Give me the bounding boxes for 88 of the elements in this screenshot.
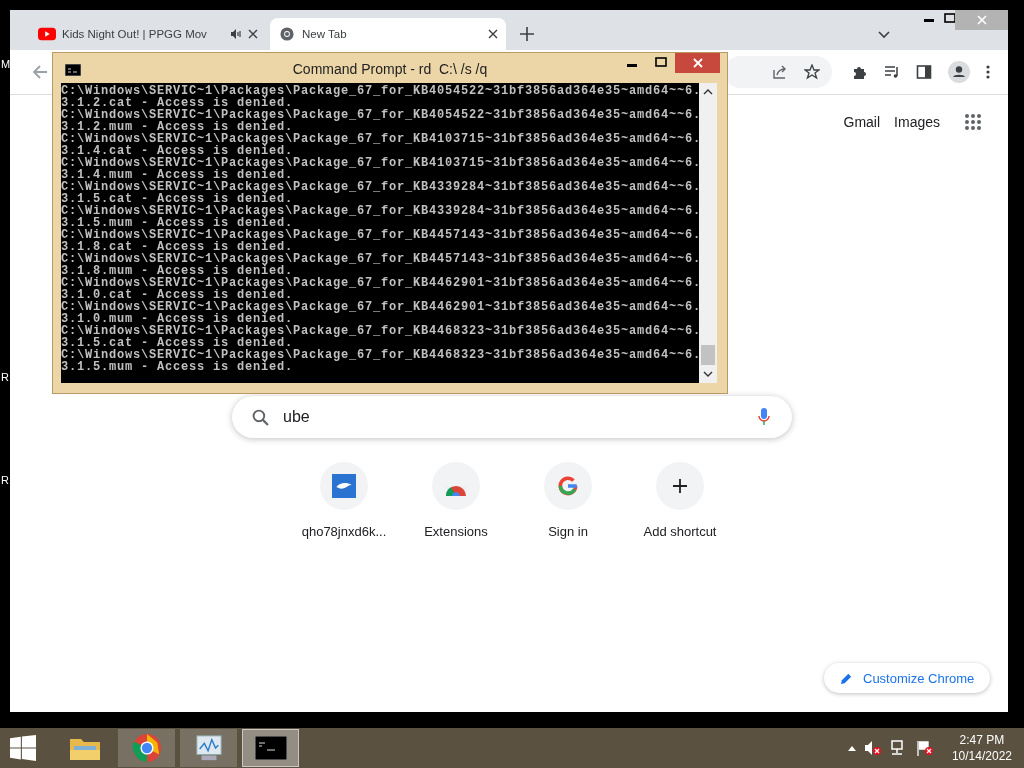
media-list-icon[interactable] — [884, 64, 900, 80]
console-line: 3.1.0.cat - Access is denied. — [61, 289, 294, 301]
console-line: C:\Windows\SERVIC~1\Packages\Package_67_for_KB4103715~31bf3856ad364e35~amd64~~6. — [61, 133, 699, 145]
header-link[interactable]: Gmail — [843, 114, 881, 130]
console-line: 3.1.5.cat - Access is denied. — [61, 193, 294, 205]
site-logo-icon — [332, 474, 356, 498]
tab-title: New Tab — [302, 28, 348, 40]
speaker-muted-icon[interactable] — [863, 740, 882, 756]
pencil-icon — [840, 671, 853, 685]
close-icon[interactable] — [488, 29, 498, 39]
webstore-icon — [446, 486, 466, 496]
close-button[interactable] — [675, 53, 720, 73]
scrollbar[interactable] — [699, 83, 717, 383]
scroll-up-icon[interactable] — [703, 89, 713, 95]
clock-date[interactable]: 10/14/2022 — [951, 748, 1012, 764]
avatar-icon[interactable] — [948, 61, 970, 83]
chevron-down-icon[interactable] — [878, 31, 890, 39]
console-line: C:\Windows\SERVIC~1\Packages\Package_67_for_KB4339284~31bf3856ad364e35~amd64~~6. — [61, 181, 699, 193]
shortcut-label: qho78jnxd6k... — [301, 524, 387, 539]
scroll-thumb[interactable] — [701, 345, 715, 365]
close-icon — [976, 15, 987, 25]
show-hidden-icons-icon[interactable] — [847, 745, 856, 751]
console-line: 3.1.2.cat - Access is denied. — [61, 97, 294, 109]
shortcut-label: Extensions — [424, 524, 488, 539]
console-line: C:\Windows\SERVIC~1\Packages\Package_67_for_KB4462901~31bf3856ad364e35~amd64~~6. — [61, 301, 699, 313]
video-play-icon — [38, 27, 56, 41]
console-line: C:\Windows\SERVIC~1\Packages\Package_67_for_KB4468323~31bf3856ad364e35~amd64~~6. — [61, 349, 699, 361]
chrome-icon — [278, 27, 296, 41]
search-field[interactable]: ube — [232, 396, 792, 438]
browser-tab[interactable]: New Tab — [270, 18, 506, 50]
new-tab-icon[interactable] — [520, 27, 534, 41]
taskbar-button[interactable] — [242, 729, 299, 767]
close-icon — [692, 58, 703, 68]
browser-tab[interactable]: Kids Night Out! | PPGG Mov — [30, 18, 266, 50]
console-line: C:\Windows\SERVIC~1\Packages\Package_67_for_KB4468323~31bf3856ad364e35~amd64~~6. — [61, 325, 699, 337]
console-line: 3.1.8.cat - Access is denied. — [61, 241, 294, 253]
console-line: 3.1.5.mum - Access is denied. — [61, 361, 294, 373]
console-line: C:\Windows\SERVIC~1\Packages\Package_67_for_KB4103715~31bf3856ad364e35~amd64~~6. — [61, 157, 699, 169]
console-line: 3.1.4.cat - Access is denied. — [61, 145, 294, 157]
console-line: 3.1.5.mum - Access is denied. — [61, 217, 294, 229]
speaker-icon[interactable] — [230, 28, 242, 40]
console-line: C:\Windows\SERVIC~1\Packages\Package_67_for_KB4457143~31bf3856ad364e35~amd64~~6. — [61, 229, 699, 241]
search-value: ube — [283, 408, 311, 426]
plus-icon — [673, 479, 687, 493]
console-line: C:\Windows\SERVIC~1\Packages\Package_67_for_KB4457143~31bf3856ad364e35~amd64~~6. — [61, 253, 699, 265]
shortcut-label: Sign in — [548, 524, 588, 539]
maximize-icon[interactable] — [655, 57, 667, 67]
terminal-icon — [254, 736, 287, 760]
shortcut-tile[interactable] — [320, 462, 368, 510]
header-link[interactable]: Images — [894, 114, 940, 130]
monitor-chart-icon — [193, 734, 224, 762]
puzzle-icon[interactable] — [852, 64, 868, 80]
window-title: Command Prompt - rd C:\ /s /q — [291, 61, 489, 77]
customize-chrome-button[interactable]: Customize Chrome — [824, 663, 991, 693]
terminal-icon — [65, 64, 81, 76]
console-line: 3.1.8.mum - Access is denied. — [61, 265, 294, 277]
maximize-icon[interactable] — [944, 13, 956, 23]
apps-grid-icon[interactable] — [964, 113, 982, 131]
console-line: 3.1.2.mum - Access is denied. — [61, 121, 294, 133]
console-line: 3.1.0.mum - Access is denied. — [61, 313, 294, 325]
scroll-down-icon[interactable] — [703, 371, 713, 377]
shortcut-tile[interactable] — [544, 462, 592, 510]
star-icon[interactable] — [804, 64, 820, 80]
menu-icon[interactable] — [986, 64, 990, 80]
desktop-icon-label: M — [1, 58, 11, 70]
clock-time[interactable]: 2:47 PM — [959, 732, 1005, 748]
flag-icon[interactable] — [915, 740, 934, 756]
windows-logo-icon[interactable] — [10, 735, 36, 761]
search-icon — [252, 408, 269, 426]
shortcut-label: Add shortcut — [643, 524, 717, 539]
desktop-icon-label: R — [1, 474, 9, 486]
console-line: C:\Windows\SERVIC~1\Packages\Package_67_for_KB4462901~31bf3856ad364e35~amd64~~6. — [61, 277, 699, 289]
console-line: C:\Windows\SERVIC~1\Packages\Package_67_for_KB4054522~31bf3856ad364e35~amd64~~6. — [61, 85, 699, 97]
microphone-icon[interactable] — [758, 408, 770, 426]
back-arrow-icon[interactable] — [32, 64, 48, 80]
console-line: 3.1.4.mum - Access is denied. — [61, 169, 294, 181]
close-icon[interactable] — [248, 29, 258, 39]
console-line: C:\Windows\SERVIC~1\Packages\Package_67_for_KB4339284~31bf3856ad364e35~amd64~~6. — [61, 205, 699, 217]
shortcut-tile[interactable] — [656, 462, 704, 510]
chrome-icon — [131, 733, 162, 763]
shortcut-tile[interactable] — [432, 462, 480, 510]
google-g-icon — [557, 475, 579, 497]
console-line: 3.1.5.cat - Access is denied. — [61, 337, 294, 349]
desktop-icon-label: R — [1, 371, 9, 383]
side-panel-icon[interactable] — [916, 64, 932, 80]
share-icon[interactable] — [772, 64, 788, 80]
tab-title: Kids Night Out! | PPGG Mov — [62, 28, 208, 40]
console-line: C:\Windows\SERVIC~1\Packages\Package_67_for_KB4054522~31bf3856ad364e35~amd64~~6. — [61, 109, 699, 121]
